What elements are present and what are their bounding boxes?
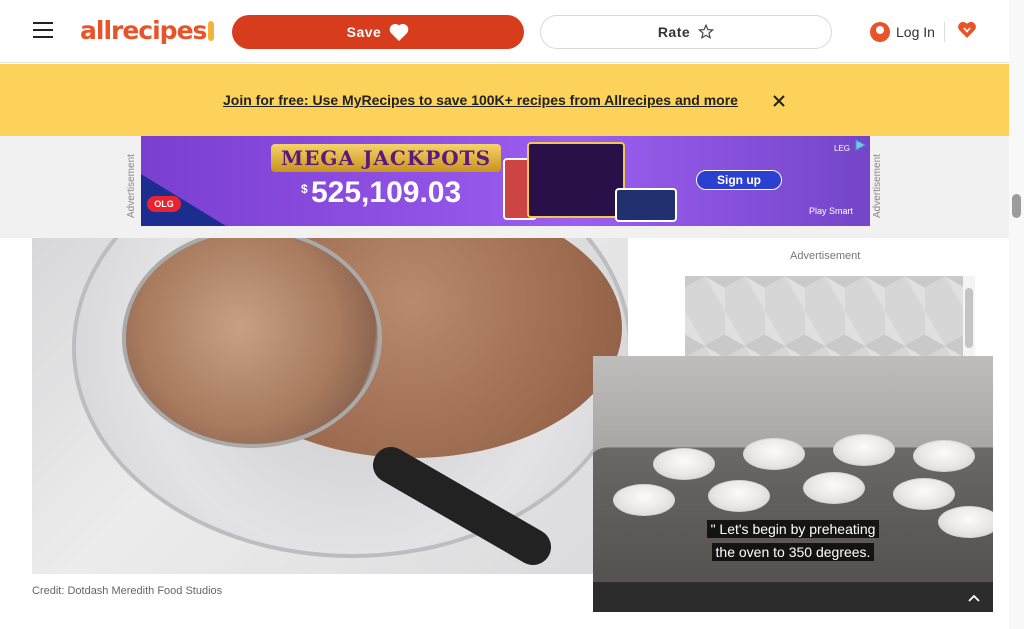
saved-recipes-heart-icon[interactable] <box>957 20 977 40</box>
side-ad-scrollbar[interactable] <box>963 276 975 356</box>
page-scrollbar[interactable] <box>1009 0 1024 629</box>
olg-logo: OLG <box>147 196 181 212</box>
ad-signup-button[interactable]: Sign up <box>696 170 782 190</box>
sieve-shape <box>122 238 382 448</box>
cupcake-liner-shape <box>893 478 955 510</box>
site-header: allrecipes Save Rate Log In <box>0 0 1009 63</box>
mega-jackpots-ad[interactable]: OLG MEGA JACKPOTS $ 525,109.03 Sign up L… <box>141 136 870 226</box>
ad-side-label-left: Advertisement <box>126 154 137 218</box>
site-logo[interactable]: allrecipes <box>80 16 215 45</box>
side-ad-frame[interactable] <box>685 276 963 356</box>
adchoices-icon[interactable] <box>853 138 867 152</box>
game-card-image <box>527 142 625 218</box>
page-scroll-thumb[interactable] <box>1012 194 1021 218</box>
cupcake-liner-shape <box>913 440 975 472</box>
caption-line-2: the oven to 350 degrees. <box>711 543 875 561</box>
ad-side-label-right: Advertisement <box>872 154 883 218</box>
rate-button-label: Rate <box>657 24 691 40</box>
side-ad-scroll-thumb[interactable] <box>965 288 973 348</box>
rate-button[interactable]: Rate <box>540 15 832 49</box>
ad-tag: LEG <box>834 144 851 153</box>
cupcake-liner-shape <box>803 472 865 504</box>
cupcake-liner-shape <box>613 484 675 516</box>
save-button[interactable]: Save <box>232 15 524 49</box>
hamburger-menu-icon[interactable] <box>33 22 53 40</box>
video-control-bar <box>593 582 993 612</box>
recipe-main-image[interactable] <box>32 238 628 574</box>
cupcake-liner-shape <box>743 438 805 470</box>
login-label: Log In <box>896 24 935 40</box>
close-icon[interactable] <box>771 93 787 109</box>
heart-icon <box>390 24 409 41</box>
star-icon <box>698 24 715 40</box>
cupcake-liner-shape <box>653 448 715 480</box>
header-divider <box>944 22 945 42</box>
game-card-image <box>615 188 677 222</box>
prize-currency: $ <box>301 182 308 196</box>
image-credit: Credit: Dotdash Meredith Food Studios <box>32 585 223 597</box>
join-banner-link[interactable]: Join for free: Use MyRecipes to save 100… <box>223 92 738 108</box>
page: allrecipes Save Rate Log In Join for fre… <box>0 0 1024 629</box>
user-icon <box>870 22 890 42</box>
cupcake-liner-shape <box>833 434 895 466</box>
save-button-label: Save <box>346 24 382 40</box>
cupcake-liner-shape <box>708 480 770 512</box>
ad-title: MEGA JACKPOTS <box>271 144 502 172</box>
chevron-up-icon[interactable] <box>966 591 982 605</box>
caption-line-1: " Let's begin by preheating <box>706 520 880 538</box>
video-caption: " Let's begin by preheating the oven to … <box>593 518 993 564</box>
login-link[interactable]: Log In <box>870 22 935 42</box>
ad-footer-text: Play Smart <box>809 206 854 216</box>
side-ad-label: Advertisement <box>790 250 861 262</box>
logo-text: allrecipes <box>80 16 207 45</box>
prize-amount: 525,109.03 <box>311 176 462 209</box>
